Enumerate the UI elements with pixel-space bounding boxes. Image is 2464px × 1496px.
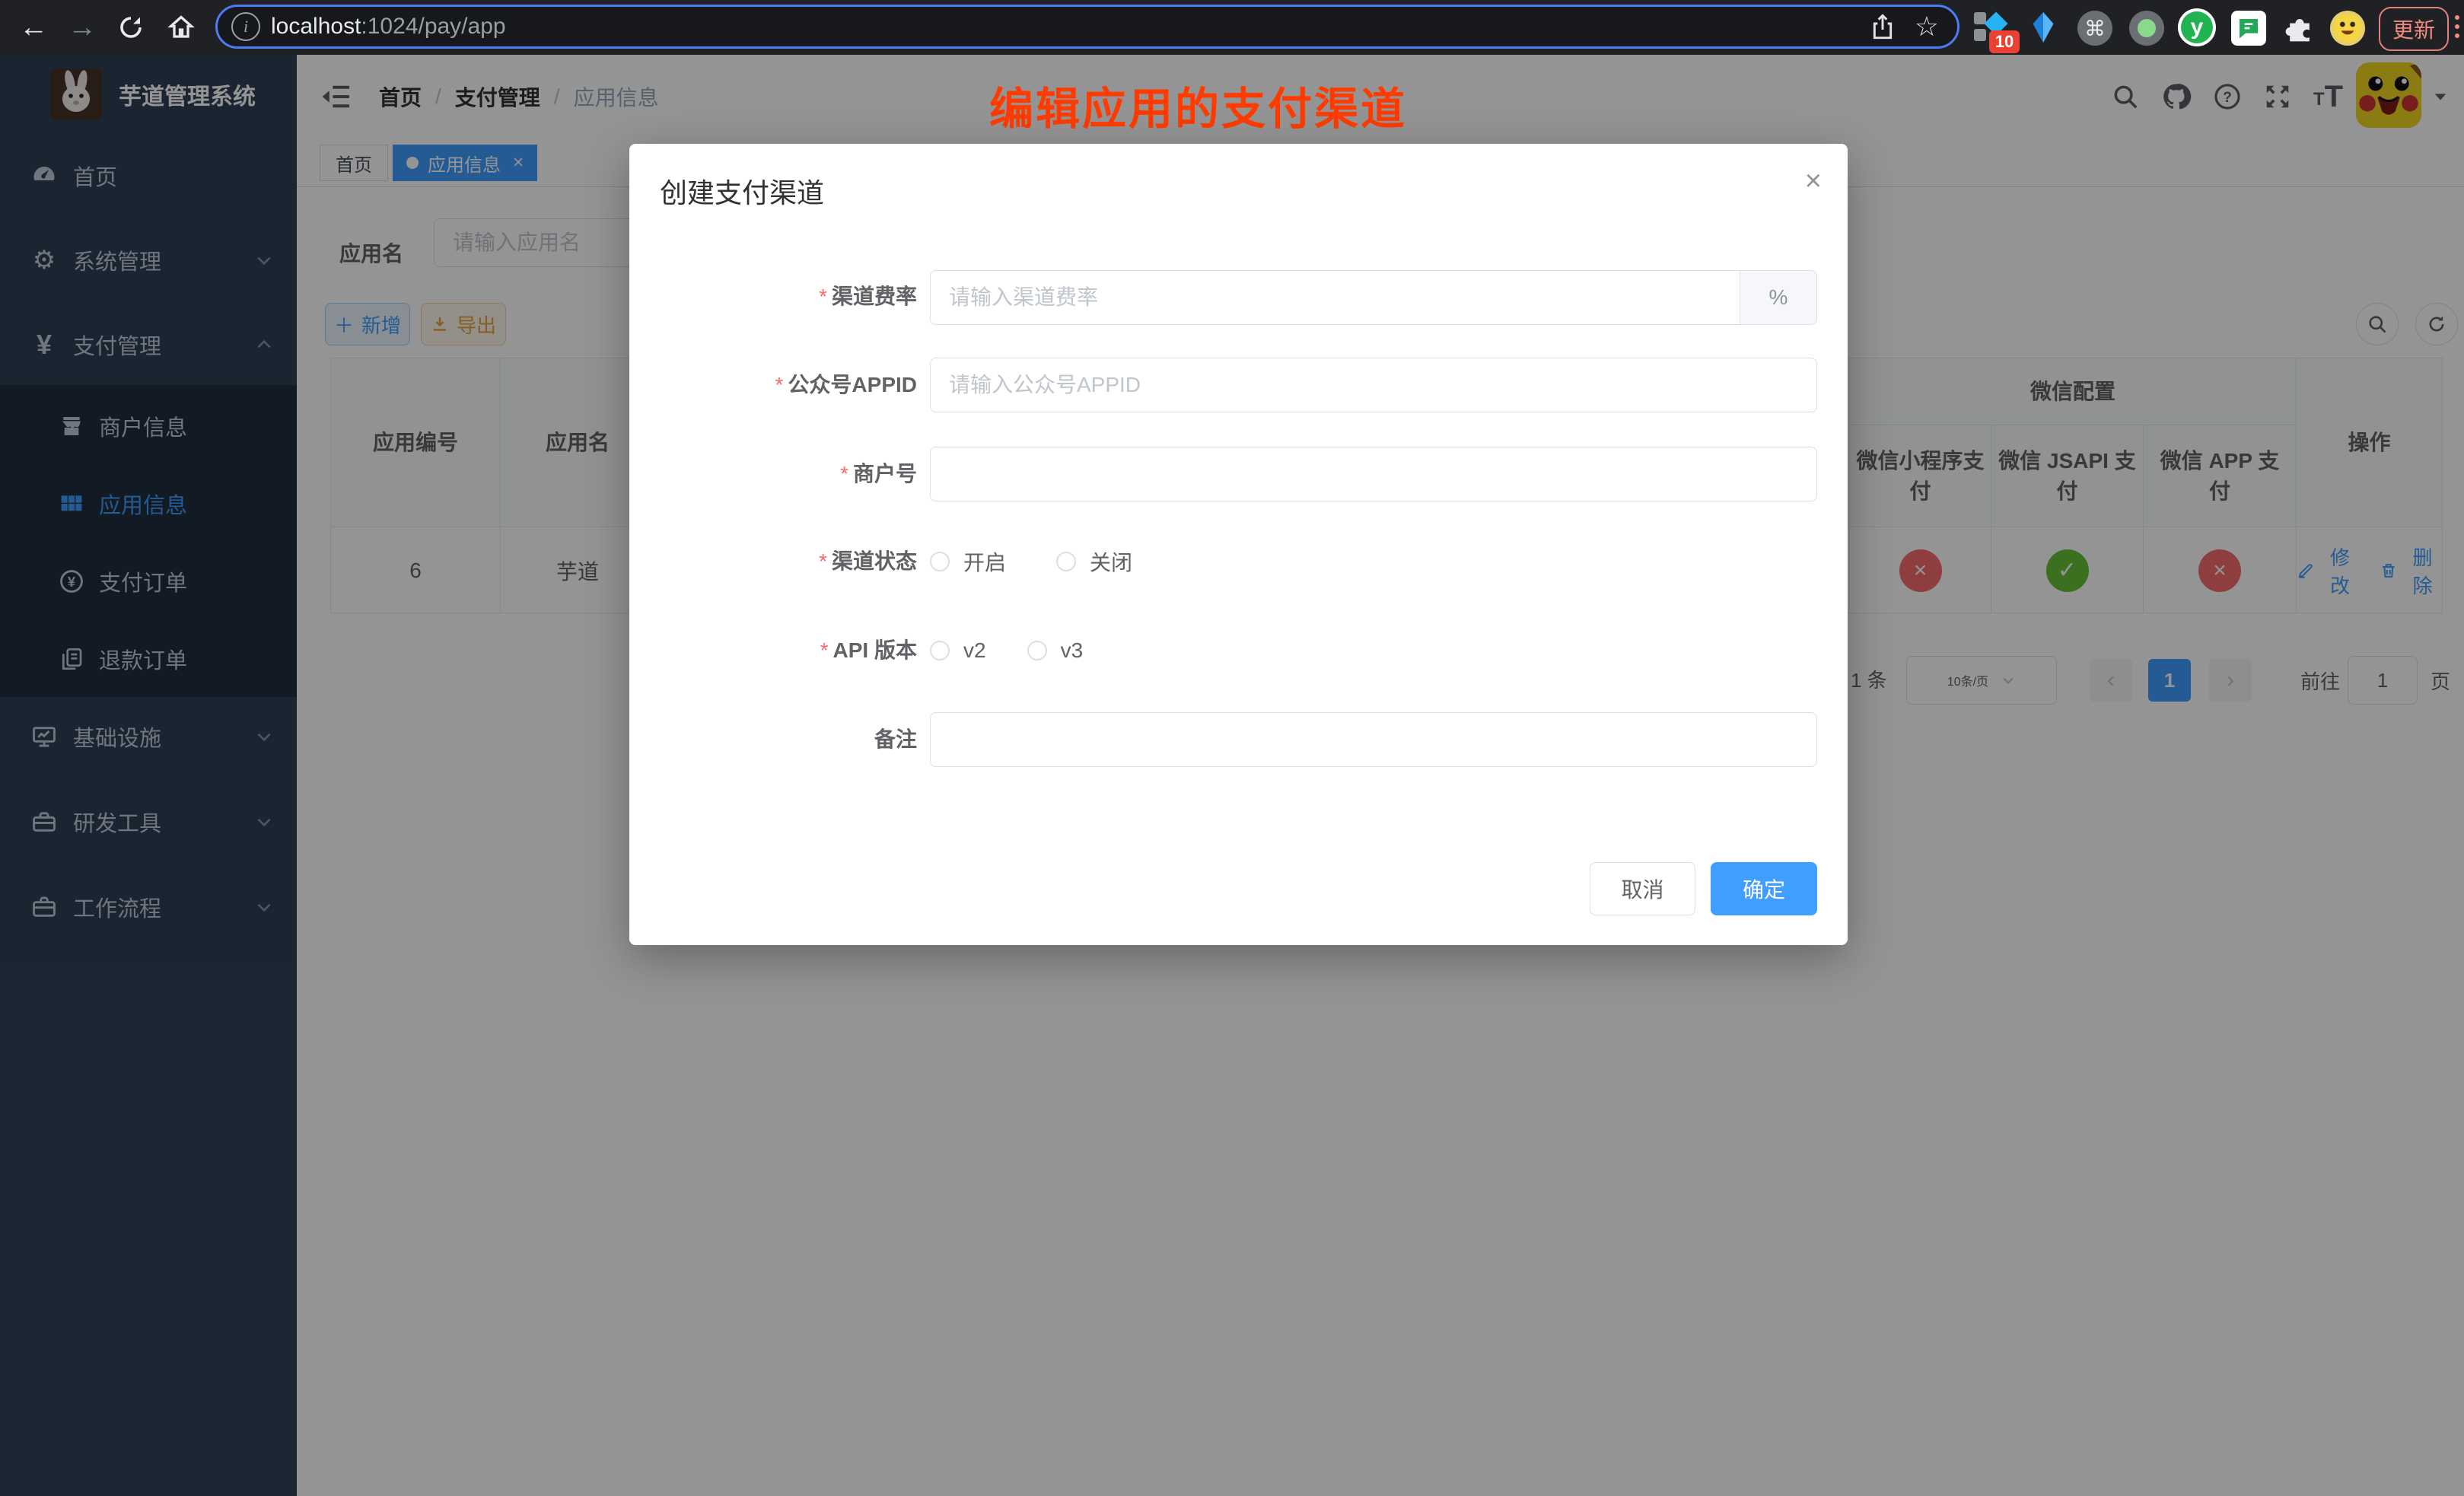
radio-status-open[interactable]: [930, 552, 950, 571]
merchant-input-wrap: [930, 447, 1817, 501]
create-channel-dialog: 创建支付渠道 × *渠道费率 % *公众号APPID *商户号 *渠道状态 开启…: [629, 144, 1848, 945]
extension-y-icon[interactable]: y: [2178, 8, 2216, 46]
extension-chat-icon[interactable]: [2231, 11, 2266, 46]
api-version-label: *API 版本: [629, 635, 917, 666]
bookmark-star-icon[interactable]: ☆: [1915, 11, 1939, 43]
required-asterisk: *: [775, 373, 784, 396]
extension-grid-icon[interactable]: 10: [1972, 11, 2007, 46]
home-icon[interactable]: [158, 0, 204, 41]
site-info-icon[interactable]: i: [231, 12, 260, 41]
appid-label: *公众号APPID: [629, 370, 917, 400]
extension-kite-icon[interactable]: [2026, 11, 2061, 46]
radio-api-v2-label[interactable]: v2: [963, 638, 986, 663]
percent-suffix: %: [1740, 271, 1816, 324]
radio-api-v3[interactable]: [1027, 641, 1047, 660]
url-bar[interactable]: i localhost:1024/pay/app ☆: [215, 5, 1959, 49]
required-asterisk: *: [840, 462, 848, 485]
rate-label: *渠道费率: [629, 282, 917, 312]
share-icon[interactable]: [1870, 13, 1895, 40]
back-icon[interactable]: ←: [11, 0, 56, 55]
merchant-label: *商户号: [629, 459, 917, 489]
browser-menu-icon[interactable]: [2455, 15, 2459, 38]
remark-input[interactable]: [931, 713, 1816, 766]
remark-input-wrap: [930, 712, 1817, 767]
chrome-update-button[interactable]: 更新: [2379, 7, 2449, 51]
radio-status-closed[interactable]: [1056, 552, 1076, 571]
reload-icon[interactable]: [108, 0, 154, 41]
profile-avatar-icon[interactable]: [2330, 11, 2365, 46]
appid-input[interactable]: [931, 358, 1816, 412]
radio-status-open-label[interactable]: 开启: [963, 546, 1006, 577]
dialog-title: 创建支付渠道: [660, 171, 824, 211]
required-asterisk: *: [819, 549, 827, 573]
rate-input-wrap: %: [930, 270, 1817, 325]
confirm-button[interactable]: 确定: [1711, 862, 1817, 915]
cancel-button[interactable]: 取消: [1590, 862, 1695, 915]
extension-record-icon[interactable]: [2129, 11, 2164, 46]
remark-label: 备注: [629, 724, 917, 755]
annotation-text: 编辑应用的支付渠道: [989, 73, 1407, 137]
extension-command-icon[interactable]: ⌘: [2077, 11, 2112, 46]
extensions-puzzle-icon[interactable]: [2283, 11, 2318, 46]
radio-api-v2[interactable]: [930, 641, 950, 660]
rate-input[interactable]: [931, 271, 1740, 324]
appid-input-wrap: [930, 358, 1817, 412]
api-version-radios: v2 v3: [930, 635, 1133, 666]
url-text: localhost:1024/pay/app: [271, 14, 506, 40]
required-asterisk: *: [819, 285, 827, 308]
required-asterisk: *: [820, 638, 829, 662]
channel-status-radios: 开启 关闭: [930, 546, 1183, 577]
browser-chrome: ← → i localhost:1024/pay/app ☆ 10 ⌘ y: [0, 0, 2464, 55]
channel-status-label: *渠道状态: [629, 546, 917, 577]
extension-badge: 10: [1989, 30, 2020, 53]
merchant-input[interactable]: [931, 447, 1816, 501]
dialog-close-icon[interactable]: ×: [1805, 167, 1822, 196]
radio-api-v3-label[interactable]: v3: [1061, 638, 1084, 663]
forward-icon[interactable]: →: [59, 0, 105, 55]
radio-status-closed-label[interactable]: 关闭: [1090, 546, 1132, 577]
